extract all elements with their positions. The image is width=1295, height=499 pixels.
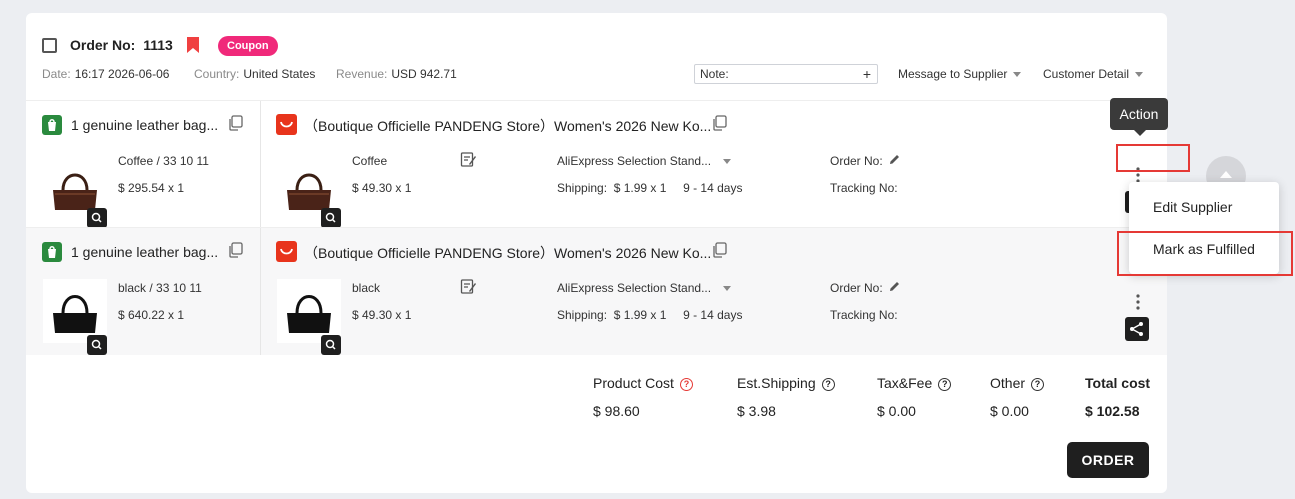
product-cost-label: Product Cost? [593,375,693,391]
supplier-product-image [277,279,341,343]
message-supplier-dropdown[interactable]: Message to Supplier [898,67,1022,81]
pencil-icon[interactable] [888,153,901,166]
tax-fee-value: $ 0.00 [877,403,916,419]
shopify-icon [42,115,62,135]
variant-text: Coffee / 33 10 11 [118,154,209,168]
other-cost-label: Other? [990,375,1045,391]
supplier-price-text: $ 49.30 x 1 [352,181,412,195]
app-frame: Order No: 1113 Coupon Date: 16:17 2026-06… [0,0,1295,499]
tracking-no: Tracking No: [830,181,898,195]
share-icon [1130,322,1143,336]
order-select-checkbox[interactable] [42,38,57,53]
edit-variant-icon[interactable] [460,151,477,168]
shipping-method-dropdown[interactable]: AliExpress Selection Stand... [557,281,732,295]
order-button[interactable]: ORDER [1067,442,1149,478]
order-country: Country: United States [194,67,316,81]
more-actions-icon[interactable] [1135,293,1141,311]
chevron-down-icon [723,286,732,292]
supplier-link-button[interactable] [1125,317,1149,341]
coupon-badge: Coupon [218,36,278,56]
shipping-info: Shipping: $ 1.99 x 1 9 - 14 days [557,308,743,322]
zoom-icon[interactable] [87,335,107,355]
menu-item-edit-supplier[interactable]: Edit Supplier [1153,199,1232,215]
note-field[interactable]: Note: + [694,64,878,84]
highlight-box [1117,231,1293,276]
tax-fee-label: Tax&Fee? [877,375,952,391]
order-number: Order No: 1113 [70,37,173,53]
aliexpress-icon [276,114,297,135]
product-title[interactable]: 1 genuine leather bag... [71,117,218,133]
shipping-cost-label: Est.Shipping? [737,375,835,391]
shipping-cost-value: $ 3.98 [737,403,776,419]
copy-icon[interactable] [228,115,243,131]
order-card: Order No: 1113 Coupon Date: 16:17 2026-06… [26,13,1167,493]
customer-detail-dropdown[interactable]: Customer Detail [1043,67,1144,81]
order-number-label: Order No: [70,37,136,53]
help-icon: ? [1031,378,1045,391]
total-cost-value: $ 102.58 [1085,403,1140,419]
zoom-icon[interactable] [321,208,341,228]
highlight-box [1116,144,1190,172]
shipping-info: Shipping: $ 1.99 x 1 9 - 14 days [557,181,743,195]
shipping-method-dropdown[interactable]: AliExpress Selection Stand... [557,154,732,168]
tracking-no: Tracking No: [830,308,898,322]
action-tooltip: Action [1110,98,1168,136]
edit-variant-icon[interactable] [460,278,477,295]
other-cost-value: $ 0.00 [990,403,1029,419]
pencil-icon[interactable] [888,280,901,293]
price-text: $ 295.54 x 1 [118,181,185,195]
chevron-down-icon [723,159,732,165]
product-cost-value: $ 98.60 [593,403,640,419]
supplier-product-title[interactable]: （Boutique Officielle PANDENG Store）Women… [304,243,711,263]
chevron-down-icon [1135,72,1144,78]
help-icon: ? [679,378,693,391]
help-icon: ? [821,378,835,391]
price-text: $ 640.22 x 1 [118,308,185,322]
order-date: Date: 16:17 2026-06-06 [42,67,170,81]
total-cost-label: Total cost [1085,375,1151,391]
chevron-down-icon [1013,72,1022,78]
shopify-icon [42,242,62,262]
copy-icon[interactable] [712,115,727,131]
help-icon: ? [938,378,952,391]
line-item-row: 1 genuine leather bag... black / 33 10 1… [26,227,1167,355]
supplier-order-no: Order No: [830,154,883,168]
line-item-row: 1 genuine leather bag... Coffee / 33 10 … [26,100,1167,228]
supplier-product-title[interactable]: （Boutique Officielle PANDENG Store）Women… [304,116,711,136]
add-note-icon[interactable]: + [863,65,871,83]
aliexpress-icon [276,241,297,262]
order-revenue: Revenue: USD 942.71 [336,67,457,81]
supplier-order-no: Order No: [830,281,883,295]
supplier-variant-text: black [352,281,381,295]
zoom-icon[interactable] [87,208,107,228]
supplier-variant-text: Coffee [352,154,388,168]
supplier-price-text: $ 49.30 x 1 [352,308,412,322]
product-image [43,279,107,343]
copy-icon[interactable] [228,242,243,258]
variant-text: black / 33 10 11 [118,281,202,295]
zoom-icon[interactable] [321,335,341,355]
bookmark-icon[interactable] [186,36,200,54]
product-title[interactable]: 1 genuine leather bag... [71,244,218,260]
copy-icon[interactable] [712,242,727,258]
order-number-value: 1113 [143,37,173,53]
